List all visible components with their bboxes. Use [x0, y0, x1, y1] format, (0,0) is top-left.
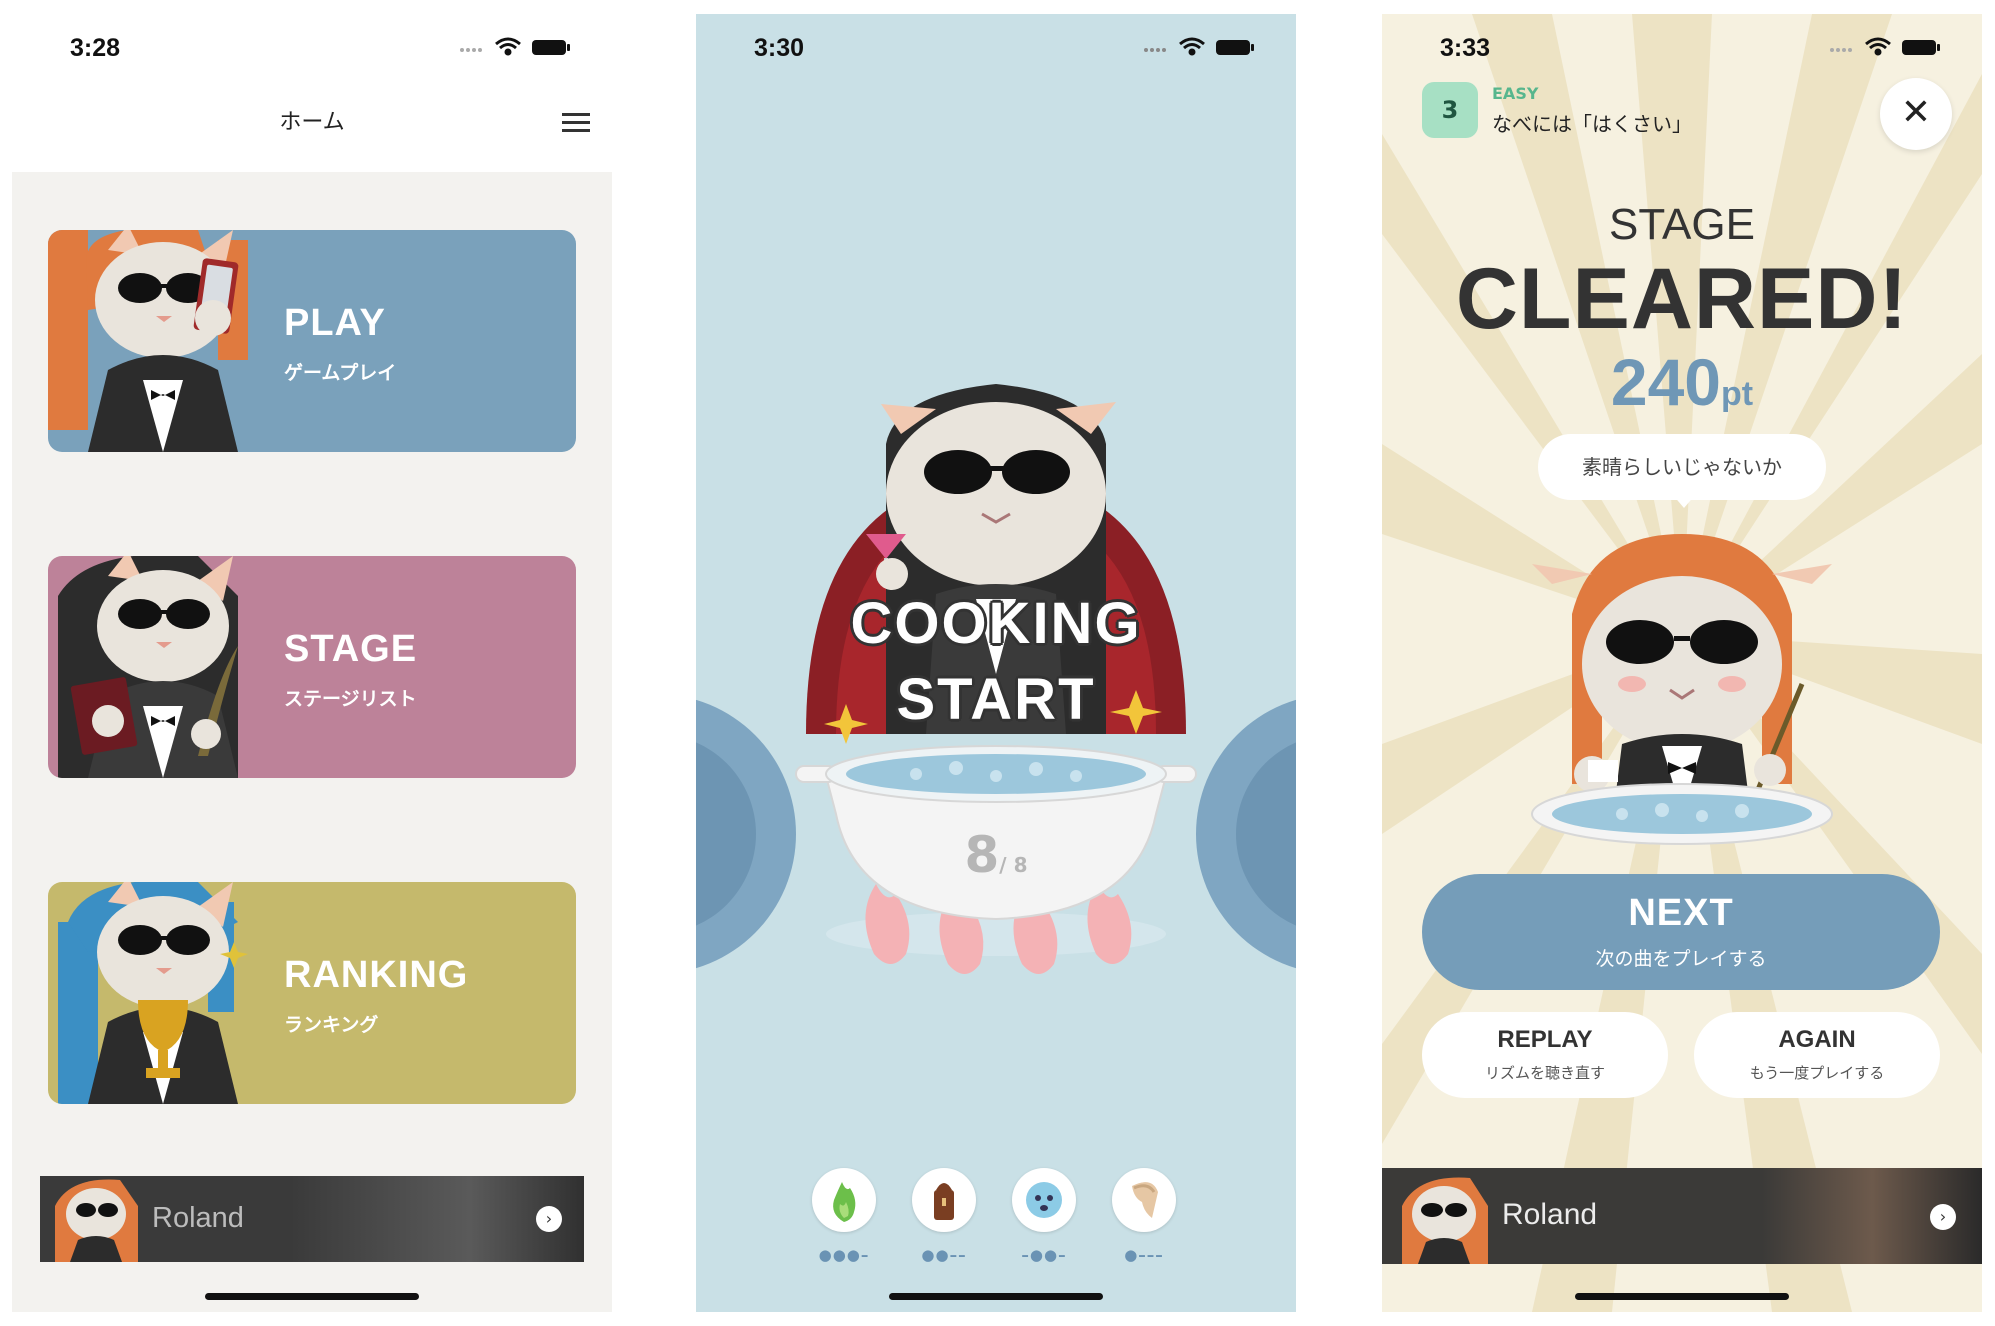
next-sublabel: 次の曲をプレイする	[1595, 948, 1767, 970]
cat-mascot-icon	[1402, 1177, 1488, 1264]
replay-sublabel: リズムを聴き直す	[1484, 1064, 1605, 1082]
replay-label: REPLAY	[1497, 1026, 1593, 1053]
ranking-subtitle: ランキング	[284, 1014, 379, 1036]
game-screen: 3:30 COOKING START 8/ 8 ●●●– ●●–– –●●– ●…	[696, 14, 1296, 1312]
roland-logo: Roland	[152, 1202, 244, 1234]
cat-chef-illustration	[1531, 534, 1833, 845]
chevron-right-icon[interactable]: ›	[536, 1206, 562, 1232]
cat-mascot-icon	[55, 1179, 138, 1262]
ranking-title: RANKING	[284, 954, 469, 996]
counter-value: 8	[964, 826, 1000, 884]
battery-icon	[532, 40, 570, 55]
pepper-progress-dots: ●●––	[921, 1246, 967, 1264]
score-display: 240pt	[1382, 344, 1982, 420]
again-label: AGAIN	[1778, 1026, 1856, 1053]
level-badge: 3	[1422, 82, 1478, 138]
next-label: NEXT	[1628, 892, 1734, 934]
cat-with-trophy-illustration	[58, 882, 248, 1104]
ranking-card[interactable]: RANKING ランキング	[48, 882, 576, 1104]
flame-progress-dots: ●●●–	[818, 1246, 870, 1264]
hamburger-menu-icon[interactable]	[562, 112, 590, 134]
home-indicator[interactable]	[1575, 1293, 1789, 1300]
play-subtitle: ゲームプレイ	[284, 362, 397, 384]
status-bar: 3:33	[1382, 14, 1982, 76]
play-title: PLAY	[284, 302, 386, 344]
roland-logo: Roland	[1502, 1198, 1598, 1231]
bag-progress-dots: ●–––	[1124, 1246, 1164, 1264]
chevron-right-icon[interactable]: ›	[1930, 1204, 1956, 1230]
replay-button[interactable]: REPLAY リズムを聴き直す	[1422, 1012, 1668, 1098]
next-button[interactable]: NEXT 次の曲をプレイする	[1422, 874, 1940, 990]
praise-bubble: 素晴らしいじゃないか	[1538, 434, 1826, 500]
close-button[interactable]: ✕	[1880, 78, 1952, 150]
nav-bar: ホーム	[12, 76, 612, 172]
score-unit: pt	[1721, 375, 1754, 413]
bag-icon	[1112, 1168, 1176, 1232]
counter-total: / 8	[999, 853, 1028, 877]
cooking-scene-illustration	[696, 384, 1296, 974]
status-time: 3:33	[1440, 34, 1491, 62]
home-indicator[interactable]	[889, 1293, 1103, 1300]
roland-ad-banner[interactable]: Roland ›	[1382, 1168, 1982, 1264]
again-button[interactable]: AGAIN もう一度プレイする	[1694, 1012, 1940, 1098]
score-value: 240	[1610, 345, 1722, 419]
wifi-icon	[1865, 37, 1891, 56]
cat-with-clipboard-illustration	[58, 556, 238, 778]
status-icons	[460, 37, 570, 56]
page-title: ホーム	[279, 110, 345, 135]
signal-icon	[1830, 48, 1852, 52]
fish-icon	[1012, 1168, 1076, 1232]
status-icons	[1830, 37, 1940, 56]
result-screen: 3:33 3 EASY なべには「はくさい」 ✕ STAGE CLEARED! …	[1382, 14, 1982, 1312]
cleared-heading: CLEARED!	[1455, 251, 1909, 347]
play-card[interactable]: PLAY ゲームプレイ	[48, 230, 576, 452]
wifi-icon	[495, 37, 521, 56]
song-title: なべには「はくさい」	[1492, 112, 1692, 136]
flame-icon	[812, 1168, 876, 1232]
stage-subtitle: ステージリスト	[284, 688, 417, 710]
stage-heading: STAGE	[1609, 200, 1755, 249]
progress-counter: 8/ 8	[696, 826, 1296, 884]
status-time: 3:28	[70, 34, 121, 62]
cooking-label: COOKING	[850, 591, 1142, 656]
stage-card[interactable]: STAGE ステージリスト	[48, 556, 576, 778]
home-indicator[interactable]	[205, 1293, 419, 1300]
difficulty-label: EASY	[1492, 84, 1539, 103]
status-bar: 3:28	[12, 14, 612, 76]
home-screen: 3:28 ホーム PLAY ゲームプレイ STAGE ステージリスト RANKI…	[12, 14, 612, 1312]
pepper-icon	[912, 1168, 976, 1232]
bubble-tail	[1672, 494, 1696, 508]
roland-ad-banner[interactable]: Roland ›	[40, 1176, 584, 1262]
stage-title: STAGE	[284, 628, 418, 670]
cat-with-phone-illustration	[48, 230, 248, 452]
again-sublabel: もう一度プレイする	[1749, 1064, 1885, 1082]
battery-icon	[1902, 40, 1940, 55]
start-label: START	[896, 667, 1096, 732]
signal-icon	[460, 48, 482, 52]
fish-progress-dots: –●●–	[1021, 1246, 1067, 1264]
